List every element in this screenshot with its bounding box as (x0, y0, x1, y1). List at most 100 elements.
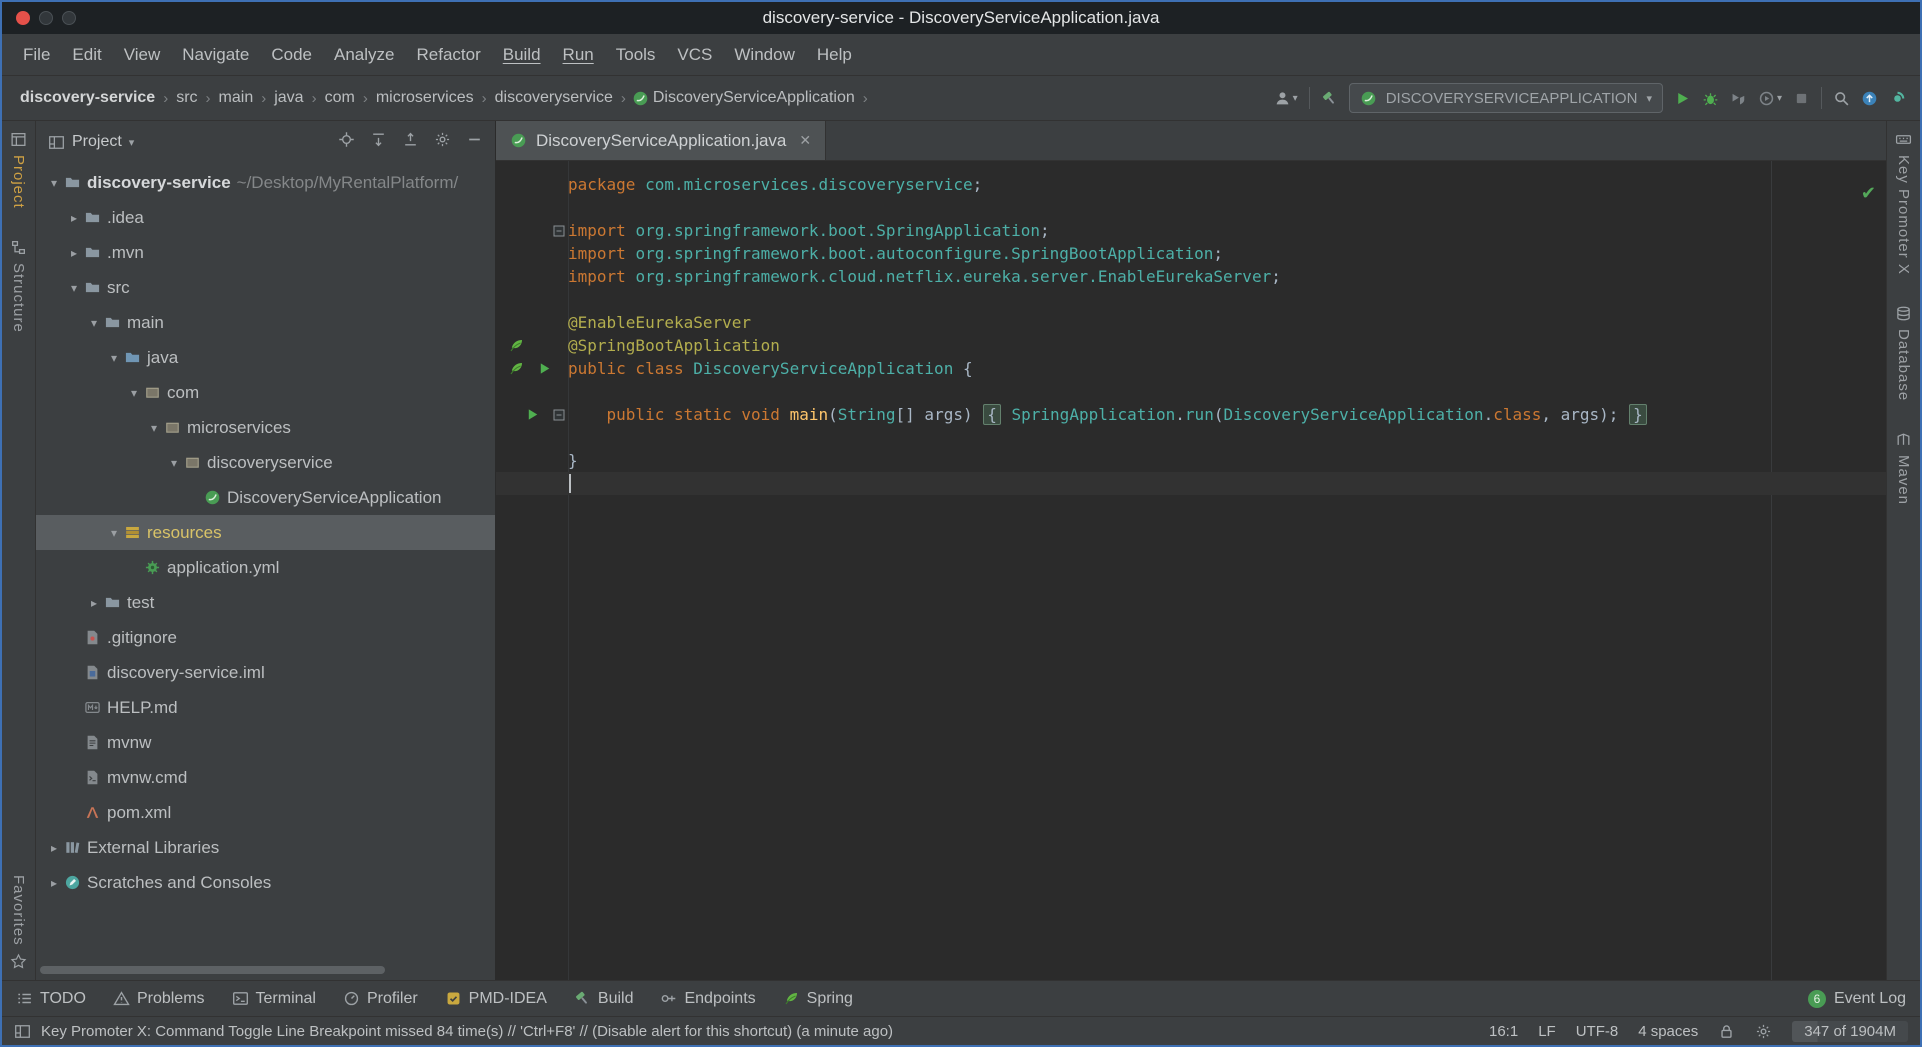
menu-window[interactable]: Window (723, 45, 805, 65)
toolwindow-button-pmd-idea[interactable]: PMD-IDEA (445, 990, 547, 1008)
tool-stripe-button-structure[interactable]: Structure (10, 239, 27, 333)
code-line[interactable] (496, 196, 1886, 219)
breadcrumb-item-main[interactable]: main (217, 89, 256, 107)
profiler-button[interactable]: ▾ (1758, 90, 1782, 107)
tree-chevron-icon[interactable]: ▾ (64, 281, 84, 295)
toolwindow-toggle-icon[interactable] (14, 1023, 31, 1040)
tree-item-mvn[interactable]: ▸ .mvn (36, 235, 495, 270)
caret-position-widget[interactable]: 16:1 (1489, 1023, 1518, 1040)
tree-chevron-icon[interactable]: ▾ (84, 316, 104, 330)
breadcrumb-item-src[interactable]: src (174, 89, 199, 107)
horizontal-scrollbar[interactable] (40, 966, 385, 974)
expand-all-button[interactable] (370, 131, 387, 153)
run-button[interactable] (1674, 90, 1691, 107)
code-line[interactable]: import org.springframework.boot.SpringAp… (496, 219, 1886, 242)
tool-stripe-button-project[interactable]: Project (10, 131, 27, 209)
tree-chevron-icon[interactable]: ▸ (44, 876, 64, 890)
tool-stripe-button-database[interactable]: Database (1895, 305, 1912, 401)
fold-marker-icon[interactable] (553, 225, 565, 237)
toolwindow-button-spring[interactable]: Spring (783, 990, 853, 1008)
menu-navigate[interactable]: Navigate (171, 45, 260, 65)
menu-build[interactable]: Build (492, 45, 552, 65)
code-line[interactable]: public static void main(String[] args) {… (496, 403, 1886, 426)
tree-chevron-icon[interactable]: ▸ (64, 246, 84, 260)
spring-bean-icon[interactable] (508, 337, 525, 354)
menu-code[interactable]: Code (260, 45, 323, 65)
minimize-window-button[interactable] (39, 11, 53, 25)
zoom-window-button[interactable] (62, 11, 76, 25)
code-line[interactable]: @SpringBootApplication (496, 334, 1886, 357)
breadcrumb-item-com[interactable]: com (323, 89, 357, 107)
tree-chevron-icon[interactable]: ▸ (44, 841, 64, 855)
code-line[interactable] (496, 288, 1886, 311)
indent-widget[interactable]: 4 spaces (1638, 1023, 1698, 1040)
tree-item-mvnw-cmd[interactable]: mvnw.cmd (36, 760, 495, 795)
tree-item-resources[interactable]: ▾ resources (36, 515, 495, 550)
code-line[interactable]: public class DiscoveryServiceApplication… (496, 357, 1886, 380)
collapse-all-button[interactable] (402, 131, 419, 153)
tree-item-src[interactable]: ▾ src (36, 270, 495, 305)
code-line[interactable] (496, 380, 1886, 403)
encoding-widget[interactable]: UTF-8 (1576, 1023, 1619, 1040)
settings-gear-icon[interactable] (1755, 1023, 1772, 1040)
tool-stripe-button-maven[interactable]: Maven (1895, 431, 1912, 505)
tree-item-microservices[interactable]: ▾ microservices (36, 410, 495, 445)
menu-analyze[interactable]: Analyze (323, 45, 405, 65)
editor-tab[interactable]: DiscoveryServiceApplication.java ✕ (496, 121, 827, 160)
tree-item-discovery-service[interactable]: ▾ discovery-service ~/Desktop/MyRentalPla… (36, 165, 495, 200)
run-gutter-icon[interactable] (524, 406, 541, 423)
line-separator-widget[interactable]: LF (1538, 1023, 1556, 1040)
tree-item-main[interactable]: ▾ main (36, 305, 495, 340)
tree-item-application-yml[interactable]: application.yml (36, 550, 495, 585)
lock-icon[interactable] (1718, 1023, 1735, 1040)
chevron-down-icon[interactable]: ▾ (129, 136, 135, 149)
toolwindow-button-todo[interactable]: TODO (16, 990, 86, 1008)
fold-marker-icon[interactable] (553, 409, 565, 421)
menu-help[interactable]: Help (806, 45, 863, 65)
tree-item-discoveryserviceapplication[interactable]: DiscoveryServiceApplication (36, 480, 495, 515)
tree-chevron-icon[interactable]: ▸ (64, 211, 84, 225)
memory-indicator[interactable]: 347 of 1904M (1792, 1020, 1908, 1042)
tree-item-scratches-and-consoles[interactable]: ▸ Scratches and Consoles (36, 865, 495, 900)
tree-item-com[interactable]: ▾ com (36, 375, 495, 410)
tree-item-discovery-service-iml[interactable]: discovery-service.iml (36, 655, 495, 690)
tree-chevron-icon[interactable]: ▾ (144, 421, 164, 435)
debug-button[interactable] (1702, 90, 1719, 107)
tree-item-idea[interactable]: ▸ .idea (36, 200, 495, 235)
tool-stripe-button-key-promoter-x[interactable]: Key Promoter X (1895, 131, 1912, 275)
breadcrumb-item-microservices[interactable]: microservices (374, 89, 476, 107)
tool-stripe-button-favorites[interactable]: Favorites (10, 875, 27, 970)
menu-vcs[interactable]: VCS (666, 45, 723, 65)
hide-panel-button[interactable] (466, 131, 483, 153)
code-line[interactable]: import org.springframework.boot.autoconf… (496, 242, 1886, 265)
tree-item-java[interactable]: ▾ java (36, 340, 495, 375)
tree-item-pom-xml[interactable]: pom.xml (36, 795, 495, 830)
tree-chevron-icon[interactable]: ▸ (84, 596, 104, 610)
tree-item-discoveryservice[interactable]: ▾ discoveryservice (36, 445, 495, 480)
settings-sync-button[interactable] (1889, 90, 1906, 107)
tree-item-test[interactable]: ▸ test (36, 585, 495, 620)
project-panel-title[interactable]: Project (72, 133, 122, 151)
tree-item-mvnw[interactable]: mvnw (36, 725, 495, 760)
menu-view[interactable]: View (113, 45, 172, 65)
tree-item-help-md[interactable]: HELP.md (36, 690, 495, 725)
coverage-button[interactable] (1730, 90, 1747, 107)
code-line[interactable]: package com.microservices.discoveryservi… (496, 173, 1886, 196)
breadcrumb-item-discoveryservice[interactable]: discoveryservice (493, 89, 615, 107)
breadcrumb-item-discovery-service[interactable]: discovery-service (18, 89, 157, 107)
close-window-button[interactable] (16, 11, 30, 25)
tree-chevron-icon[interactable]: ▾ (44, 176, 64, 190)
breadcrumb-item-discoveryserviceapplication[interactable]: DiscoveryServiceApplication (651, 89, 857, 107)
code-line[interactable] (496, 426, 1886, 449)
tree-item-external-libraries[interactable]: ▸ External Libraries (36, 830, 495, 865)
toolwindow-button-terminal[interactable]: Terminal (232, 990, 316, 1008)
toolwindow-button-endpoints[interactable]: Endpoints (660, 990, 756, 1008)
menu-run[interactable]: Run (552, 45, 605, 65)
breadcrumb-item-java[interactable]: java (272, 89, 305, 107)
toolwindow-button-problems[interactable]: Problems (113, 990, 205, 1008)
search-everywhere-button[interactable] (1833, 90, 1850, 107)
spring-bean-icon[interactable] (508, 360, 525, 377)
menu-file[interactable]: File (12, 45, 61, 65)
code-line[interactable]: import org.springframework.cloud.netflix… (496, 265, 1886, 288)
tree-chevron-icon[interactable]: ▾ (104, 526, 124, 540)
